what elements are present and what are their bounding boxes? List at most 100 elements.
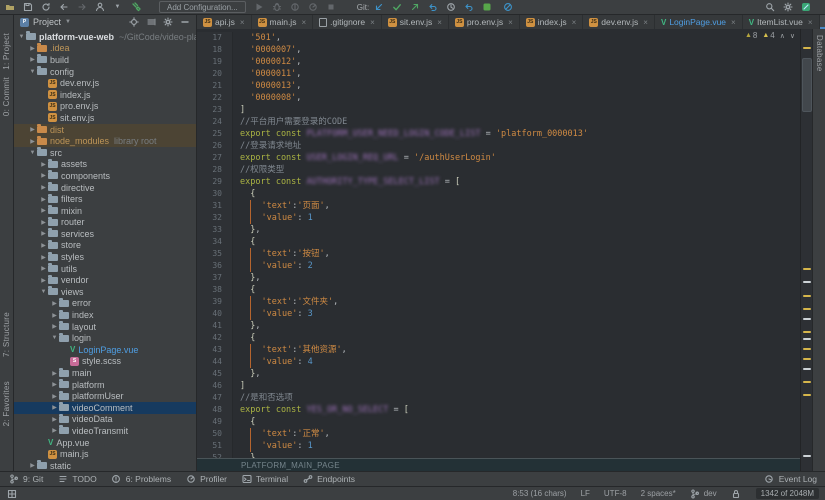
locate-icon[interactable]: [128, 17, 139, 28]
line-ending[interactable]: LF: [581, 489, 590, 498]
tab-close-icon[interactable]: ×: [301, 18, 306, 27]
editor-tab-sit.env.js[interactable]: JSsit.env.js×: [382, 15, 449, 29]
code-line-33[interactable]: 33 },: [197, 224, 800, 236]
code-line-23[interactable]: 23]: [197, 104, 800, 116]
tree-item-router[interactable]: ▶router: [14, 217, 196, 229]
run-icon[interactable]: [254, 2, 265, 13]
toolwindow-button-0-Commit[interactable]: 0: Commit: [2, 77, 11, 116]
scrollbar-thumb[interactable]: [802, 58, 812, 112]
readonly-lock-icon[interactable]: [731, 488, 742, 499]
toolwindow-button-6-Problems[interactable]: 6: Problems: [111, 474, 171, 485]
tree-item-sit.env.js[interactable]: JSsit.env.js: [14, 112, 196, 124]
code-line-24[interactable]: 24//平台用户需要登录的CODE: [197, 116, 800, 128]
tab-close-icon[interactable]: ×: [808, 18, 813, 27]
editor-tab-LoginPage.vue[interactable]: VLoginPage.vue×: [655, 15, 743, 29]
code-line-30[interactable]: 30 {: [197, 188, 800, 200]
code-line-28[interactable]: 28//权限类型: [197, 164, 800, 176]
line-number[interactable]: 36: [197, 260, 233, 272]
code-line-32[interactable]: 32 'value': 1: [197, 212, 800, 224]
code-line-39[interactable]: 39 'text':'文件夹',: [197, 296, 800, 308]
tree-item-filters[interactable]: ▶filters: [14, 193, 196, 205]
search-icon[interactable]: [764, 2, 775, 13]
line-number[interactable]: 45: [197, 368, 233, 380]
stripe-mark[interactable]: [803, 331, 811, 333]
profiler-icon[interactable]: [308, 2, 319, 13]
project-panel-title[interactable]: Project: [33, 17, 61, 27]
tree-item-style.scss[interactable]: Sstyle.scss: [14, 356, 196, 368]
tree-item-styles[interactable]: ▶styles: [14, 251, 196, 263]
tree-item-error[interactable]: ▶error: [14, 298, 196, 310]
git-update-icon[interactable]: [373, 2, 384, 13]
editor-tab-commonConstants.js[interactable]: JScommonConstants.js×: [820, 15, 825, 29]
tree-item-index.js[interactable]: JSindex.js: [14, 89, 196, 101]
stripe-mark[interactable]: [803, 308, 811, 310]
tree-item-main[interactable]: ▶main: [14, 367, 196, 379]
code-line-29[interactable]: 29export const AUTHORITY_TYPE_SELECT_LIS…: [197, 176, 800, 188]
stripe-mark[interactable]: [803, 295, 811, 297]
tab-close-icon[interactable]: ×: [240, 18, 245, 27]
file-encoding[interactable]: UTF-8: [604, 489, 627, 498]
stop-icon[interactable]: [326, 2, 337, 13]
stripe-mark[interactable]: [803, 394, 811, 396]
tree-item-build[interactable]: ▶build: [14, 54, 196, 66]
stripe-mark[interactable]: [803, 268, 811, 270]
tree-item-videoTransmit[interactable]: ▶videoTransmit: [14, 425, 196, 437]
code-line-17[interactable]: 17 '501',: [197, 32, 800, 44]
line-number[interactable]: 43: [197, 344, 233, 356]
history-icon[interactable]: [445, 2, 456, 13]
tree-item-static[interactable]: ▶static: [14, 460, 196, 471]
warning-count[interactable]: ▲8: [745, 31, 757, 40]
tab-close-icon[interactable]: ×: [572, 18, 577, 27]
stripe-mark[interactable]: [803, 368, 811, 370]
stripe-mark[interactable]: [803, 281, 811, 283]
undo-icon[interactable]: [463, 2, 474, 13]
tab-close-icon[interactable]: ×: [643, 18, 648, 27]
editor-tab-pro.env.js[interactable]: JSpro.env.js×: [449, 15, 520, 29]
line-number[interactable]: 48: [197, 404, 233, 416]
green-status-icon[interactable]: [481, 2, 492, 13]
line-number[interactable]: 47: [197, 392, 233, 404]
code-line-47[interactable]: 47//是和否选项: [197, 392, 800, 404]
line-number[interactable]: 27: [197, 152, 233, 164]
code-line-50[interactable]: 50 'text':'正常',: [197, 428, 800, 440]
code-line-42[interactable]: 42 {: [197, 332, 800, 344]
tree-item-platformUser[interactable]: ▶platformUser: [14, 390, 196, 402]
code-line-25[interactable]: 25export const PLATFORM_USER_NEED_LOGIN_…: [197, 128, 800, 140]
tree-item-services[interactable]: ▶services: [14, 228, 196, 240]
coverage-icon[interactable]: [290, 2, 301, 13]
ide-logo-icon[interactable]: [800, 2, 811, 13]
tab-close-icon[interactable]: ×: [370, 18, 375, 27]
stripe-mark[interactable]: [803, 338, 811, 340]
open-folder-icon[interactable]: [4, 2, 15, 13]
line-number[interactable]: 51: [197, 440, 233, 452]
tree-item-assets[interactable]: ▶assets: [14, 159, 196, 171]
git-push-icon[interactable]: [409, 2, 420, 13]
editor-tab-dev.env.js[interactable]: JSdev.env.js×: [583, 15, 655, 29]
error-stripe-scrollbar[interactable]: [800, 29, 812, 471]
tree-item-.idea[interactable]: ▶.idea: [14, 43, 196, 55]
stripe-mark[interactable]: [803, 455, 811, 457]
project-panel-header[interactable]: P Project ▼: [14, 15, 196, 29]
tree-item-platform[interactable]: ▶platform: [14, 379, 196, 391]
code-line-38[interactable]: 38 {: [197, 284, 800, 296]
prev-problem-icon[interactable]: ∧: [780, 32, 785, 40]
line-number[interactable]: 37: [197, 272, 233, 284]
line-number[interactable]: 28: [197, 164, 233, 176]
tree-item-config[interactable]: ▼config: [14, 66, 196, 78]
debug-icon[interactable]: [272, 2, 283, 13]
code-line-44[interactable]: 44 'value': 4: [197, 356, 800, 368]
caret-position[interactable]: 8:53 (16 chars): [513, 489, 567, 498]
code-line-26[interactable]: 26//登录请求地址: [197, 140, 800, 152]
toolwindow-toggle-icon[interactable]: [6, 488, 17, 499]
save-icon[interactable]: [22, 2, 33, 13]
sync-icon[interactable]: [40, 2, 51, 13]
inspection-widget[interactable]: ▲8▲4∧∨: [745, 31, 795, 40]
tree-item-directive[interactable]: ▶directive: [14, 182, 196, 194]
line-number[interactable]: 38: [197, 284, 233, 296]
editor-tab-index.js[interactable]: JSindex.js×: [520, 15, 584, 29]
toolwindow-button-TODO[interactable]: TODO: [57, 474, 96, 485]
tree-item-videoData[interactable]: ▶videoData: [14, 414, 196, 426]
forward-icon[interactable]: [76, 2, 87, 13]
code-line-21[interactable]: 21 '0000013',: [197, 80, 800, 92]
tree-item-mixin[interactable]: ▶mixin: [14, 205, 196, 217]
